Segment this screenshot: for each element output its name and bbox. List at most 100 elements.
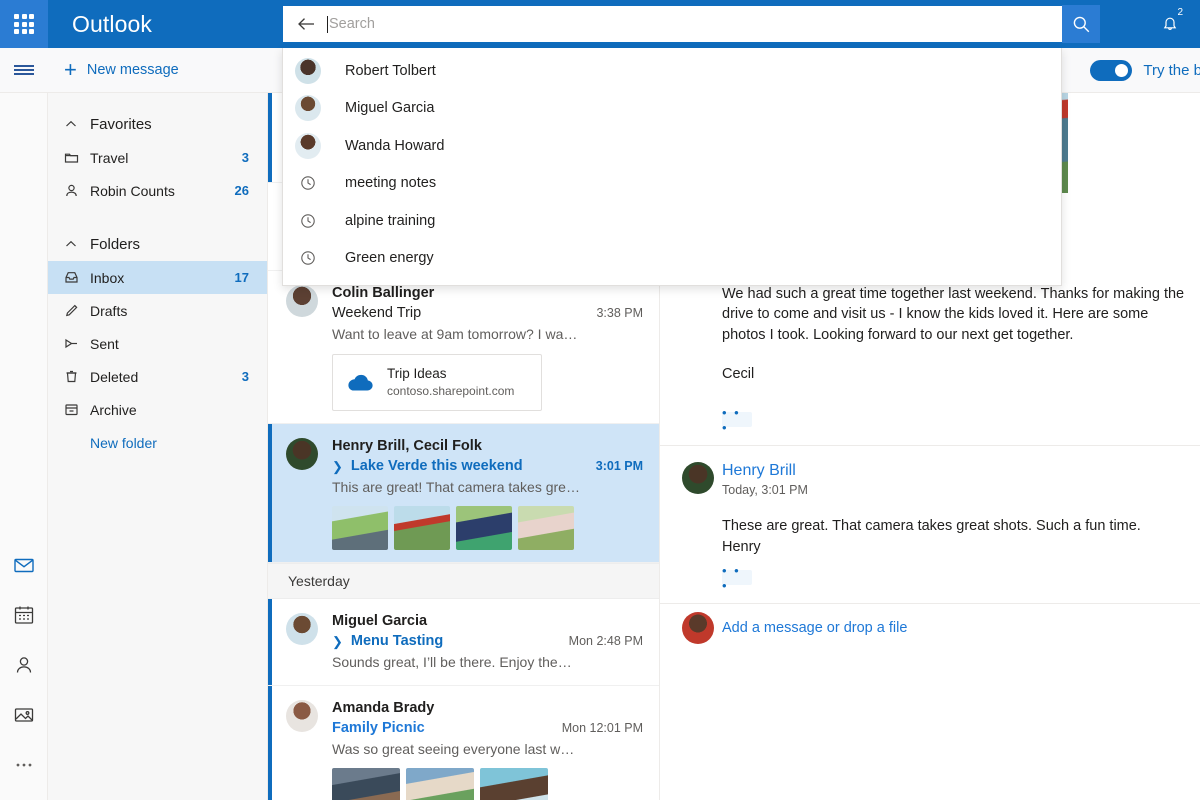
avatar: [682, 462, 714, 494]
message-subject-row: Weekend Trip 3:38 PM: [332, 303, 643, 324]
text-cursor: [327, 16, 328, 33]
new-folder-button[interactable]: New folder: [48, 426, 267, 459]
thumbnail[interactable]: [406, 768, 474, 800]
sidebar-item-count: 26: [235, 183, 267, 198]
suggestion-label: meeting notes: [345, 175, 436, 191]
sidebar-group-folders[interactable]: Folders: [48, 227, 267, 261]
app-title: Outlook: [72, 11, 152, 38]
message-body: Amanda Brady Family Picnic Mon 12:01 PM …: [332, 698, 643, 800]
sidebar-item-drafts[interactable]: Drafts: [48, 294, 267, 327]
chevron-right-icon[interactable]: ❯: [332, 631, 343, 652]
folder-icon: [64, 150, 90, 165]
thumbnail[interactable]: [332, 506, 388, 550]
message-subject-row: ❯ Menu Tasting Mon 2:48 PM: [332, 631, 643, 652]
table-row[interactable]: Colin Ballinger Weekend Trip 3:38 PM Wan…: [268, 271, 659, 424]
sidebar-item-inbox[interactable]: Inbox 17: [48, 261, 267, 294]
sidebar-item-archive[interactable]: Archive: [48, 393, 267, 426]
thumbnail[interactable]: [456, 506, 512, 550]
rail-item-calendar[interactable]: [0, 590, 48, 640]
compose-row[interactable]: Add a message or drop a file: [660, 604, 1200, 636]
thumbnail[interactable]: [332, 768, 400, 800]
avatar-icon: [295, 133, 321, 159]
message-subject[interactable]: Lake Verde this weekend: [351, 456, 588, 477]
clock-icon: [295, 250, 321, 266]
compose-placeholder[interactable]: Add a message or drop a file: [722, 620, 1200, 636]
thumbnail[interactable]: [480, 768, 548, 800]
app-launcher-button[interactable]: [0, 0, 48, 48]
list-item[interactable]: alpine training: [283, 202, 1061, 240]
send-icon: [64, 336, 90, 351]
list-item[interactable]: Robert Tolbert: [283, 52, 1061, 90]
attachment-source: contoso.sharepoint.com: [387, 383, 514, 400]
rail-item-photos[interactable]: [0, 690, 48, 740]
expand-reply-button[interactable]: • • •: [722, 570, 752, 585]
reply-sender[interactable]: Henry Brill: [722, 460, 1192, 481]
message-subject[interactable]: Menu Tasting: [351, 631, 561, 652]
sidebar-item-count: 3: [242, 369, 267, 384]
sidebar-item-label: Travel: [90, 150, 242, 166]
sidebar-item-robin-counts[interactable]: Robin Counts 26: [48, 174, 267, 207]
sidebar-item-deleted[interactable]: Deleted 3: [48, 360, 267, 393]
message-time: 3:01 PM: [588, 456, 643, 477]
onedrive-cloud-icon: [345, 373, 373, 392]
plus-icon: +: [64, 59, 77, 81]
rail-item-more[interactable]: [0, 740, 48, 790]
table-row[interactable]: Henry Brill, Cecil Folk ❯ Lake Verde thi…: [268, 424, 659, 563]
pencil-icon: [64, 303, 90, 318]
message-sender: Colin Ballinger: [332, 283, 643, 303]
sidebar-item-label: Archive: [90, 402, 249, 418]
search-overlay: Search Robert Tolbert Miguel Garcia Wand…: [282, 5, 1098, 43]
mail-icon: [13, 554, 35, 576]
hamburger-menu-icon: [14, 63, 34, 78]
hamburger-menu-button[interactable]: [0, 48, 48, 93]
message-subject: Weekend Trip: [332, 303, 588, 324]
list-item[interactable]: meeting notes: [283, 165, 1061, 203]
list-item[interactable]: Wanda Howard: [283, 127, 1061, 165]
sidebar-group-label: Folders: [90, 236, 140, 253]
thumbnail[interactable]: [518, 506, 574, 550]
thumbnail[interactable]: [394, 506, 450, 550]
more-ellipsis-icon: [13, 761, 35, 769]
notifications-button[interactable]: 2: [1148, 0, 1192, 48]
sidebar-item-label: Deleted: [90, 369, 242, 385]
day-separator: Yesterday: [268, 563, 659, 599]
suggestion-label: Green energy: [345, 250, 434, 266]
archive-icon: [64, 402, 90, 417]
attachment-card[interactable]: Trip Ideas contoso.sharepoint.com: [332, 354, 542, 411]
sidebar-item-sent[interactable]: Sent: [48, 327, 267, 360]
expand-message-button[interactable]: • • •: [722, 412, 752, 427]
chevron-right-icon[interactable]: ❯: [332, 456, 343, 477]
folder-sidebar: Favorites Travel 3 Robin Counts 26: [48, 93, 268, 800]
message-preview: Want to leave at 9am tomorrow? I wa…: [332, 324, 643, 345]
search-input[interactable]: Search: [329, 16, 375, 32]
calendar-icon: [13, 604, 35, 626]
message-subject[interactable]: Family Picnic: [332, 718, 554, 739]
search-input-container[interactable]: Search: [282, 5, 1098, 43]
clock-icon: [295, 175, 321, 191]
message-body: Colin Ballinger Weekend Trip 3:38 PM Wan…: [332, 283, 643, 411]
rail-item-people[interactable]: [0, 640, 48, 690]
table-row[interactable]: Amanda Brady Family Picnic Mon 12:01 PM …: [268, 686, 659, 800]
suggestion-label: alpine training: [345, 213, 435, 229]
list-item[interactable]: Miguel Garcia: [283, 90, 1061, 128]
new-message-button[interactable]: + New message: [64, 59, 179, 81]
people-icon: [13, 654, 35, 676]
reply-body-line-1: These are great. That camera takes great…: [722, 516, 1192, 537]
body-signature: Cecil: [722, 364, 1192, 385]
message-thumbnails: [332, 506, 643, 550]
search-suggestions: Robert Tolbert Miguel Garcia Wanda Howar…: [282, 48, 1062, 286]
sidebar-group-favorites[interactable]: Favorites: [48, 107, 267, 141]
sidebar-item-travel[interactable]: Travel 3: [48, 141, 267, 174]
trash-icon: [64, 369, 90, 384]
table-row[interactable]: Miguel Garcia ❯ Menu Tasting Mon 2:48 PM…: [268, 599, 659, 686]
list-item[interactable]: Green energy: [283, 240, 1061, 278]
back-arrow-icon[interactable]: [293, 11, 319, 37]
beta-toggle[interactable]: [1090, 60, 1132, 81]
avatar: [682, 612, 714, 644]
search-submit-button[interactable]: [1062, 5, 1100, 43]
new-message-label: New message: [87, 62, 179, 78]
photos-icon: [13, 704, 35, 726]
avatar: [286, 285, 318, 317]
message-thumbnails: [332, 768, 643, 800]
rail-item-mail[interactable]: [0, 540, 48, 590]
